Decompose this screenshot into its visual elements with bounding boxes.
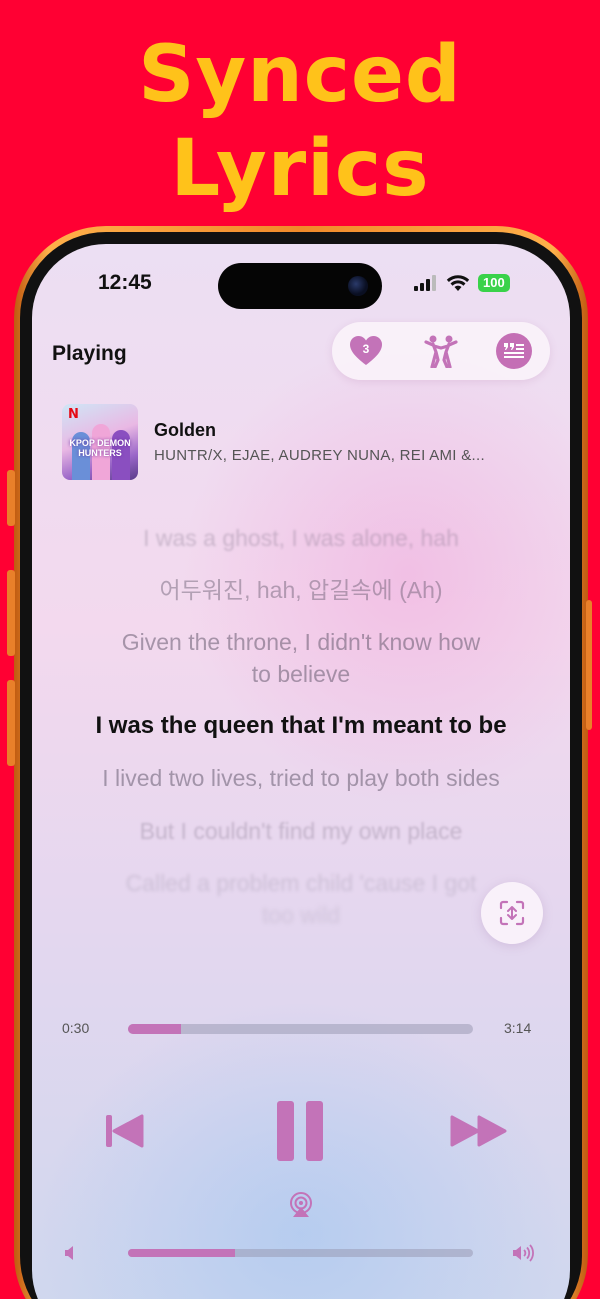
lyric-line[interactable]: to believe [52,658,550,690]
album-brand-logo: N [68,407,79,422]
lyric-line-active[interactable]: I was the queen that I'm meant to be [52,710,550,742]
dance-button[interactable] [423,334,459,368]
status-time: 12:45 [98,271,152,294]
total-time: 3:14 [504,1020,532,1036]
lyric-line[interactable]: Called a problem child 'cause I got [52,867,550,899]
lyric-line[interactable]: But I couldn't find my own place [52,815,550,847]
current-time: 0:30 [62,1020,90,1036]
track-title: Golden [154,420,216,440]
lyric-line[interactable]: too wild [52,899,550,931]
lyric-line[interactable]: 어두워진, hah, 압길속에 (Ah) [52,574,550,606]
dancing-couple-icon [424,335,458,368]
airplay-icon [290,1192,312,1217]
action-button [7,470,15,526]
top-actions-pill: 3 [332,322,550,380]
promo-headline-line2: Lyrics [170,124,430,214]
airplay-button[interactable] [287,1192,315,1218]
promo-headline: Synced Lyrics [0,28,600,216]
front-camera [348,276,368,296]
favorites-button[interactable]: 3 [348,334,384,368]
album-artwork[interactable]: N KPOP DEMON HUNTERS [62,404,138,480]
cellular-signal-icon [414,275,436,291]
page-title: Playing [52,342,127,365]
volume-high-button[interactable] [512,1244,536,1267]
volume-low-icon [65,1246,73,1260]
battery-indicator: 100 [478,274,510,292]
pause-button[interactable] [270,1097,330,1165]
volume-low-button[interactable] [64,1245,78,1266]
progress-fill [128,1024,182,1034]
status-icons: 100 [414,272,510,294]
progress-slider[interactable] [128,1024,473,1034]
previous-button[interactable] [100,1108,150,1154]
lyric-line[interactable]: I was a ghost, I was alone, hah [52,522,550,554]
dynamic-island [218,263,382,309]
next-button[interactable] [446,1110,512,1152]
volume-fill [128,1249,235,1257]
favorites-count: 3 [362,342,370,356]
lyric-line[interactable]: I lived two lives, tried to play both si… [52,762,550,794]
wifi-icon [446,275,470,291]
promo-headline-line1: Synced [138,30,462,120]
lyrics-quote-icon [496,333,532,369]
phone-screen: 12:45 100 Playing 3 N KPOP DEMON HUNTERS… [32,244,570,1299]
album-title-art: KPOP DEMON HUNTERS [69,438,131,458]
previous-track-icon [106,1114,144,1148]
lyric-line[interactable]: Given the throne, I didn't know how [52,626,550,658]
expand-icon [499,900,525,926]
pause-icon [277,1101,323,1161]
fullscreen-button[interactable] [481,882,543,944]
volume-up-button [7,570,15,656]
volume-down-button [7,680,15,766]
volume-high-icon [513,1244,534,1262]
side-button [586,600,592,730]
next-track-icon [450,1115,507,1147]
volume-slider[interactable] [128,1249,473,1257]
track-artist: HUNTR/X, EJAE, AUDREY NUNA, REI AMI &... [154,447,485,464]
lyrics-button[interactable] [496,333,532,369]
